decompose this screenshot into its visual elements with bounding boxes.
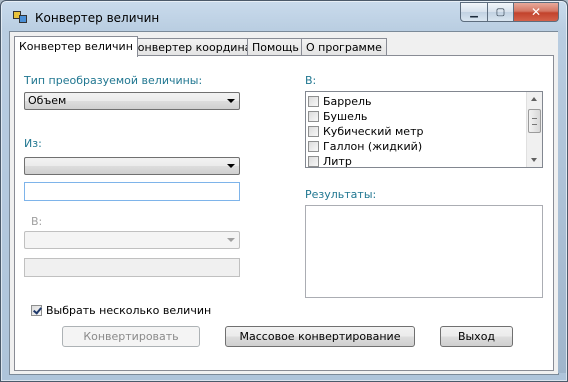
tab-about[interactable]: О программе <box>301 38 387 56</box>
multi-select-label: Выбрать несколько величин <box>46 304 212 317</box>
type-combobox[interactable]: Объем <box>24 92 240 110</box>
maximize-icon: ▢ <box>495 6 506 18</box>
title-bar[interactable]: Конвертер величин ▁ ▢ ✕ <box>1 1 567 31</box>
chevron-down-icon <box>227 164 235 168</box>
results-label: Результаты: <box>305 188 377 201</box>
list-item[interactable]: Литр <box>308 154 352 167</box>
app-icon <box>13 11 27 23</box>
tab-unit-converter[interactable]: Конвертер величин <box>14 36 138 57</box>
list-item[interactable]: Галлон (жидкий) <box>308 139 422 154</box>
tab-coordinate-converter[interactable]: Конвертер координат <box>125 38 263 56</box>
list-item[interactable]: Баррель <box>308 94 372 109</box>
checkbox[interactable] <box>308 156 319 167</box>
scroll-down-icon[interactable] <box>531 158 537 162</box>
scroll-thumb[interactable] <box>528 109 541 133</box>
unit-converter-panel: Тип преобразуемой величины: Объем Из: В:… <box>14 55 554 371</box>
minimize-icon: ▁ <box>470 6 478 18</box>
to-value-output[interactable] <box>24 258 240 277</box>
minimize-button[interactable]: ▁ <box>460 2 488 22</box>
checkbox[interactable] <box>308 126 319 137</box>
type-label: Тип преобразуемой величины: <box>24 74 203 87</box>
multi-select-checkbox[interactable] <box>31 305 42 316</box>
target-units-checklist[interactable]: Баррель Бушель Кубический метр Галлон (ж… <box>305 91 543 168</box>
to-combobox[interactable] <box>24 231 240 249</box>
list-item[interactable]: Кубический метр <box>308 124 423 139</box>
from-value-input[interactable] <box>24 182 240 201</box>
window-frame-right <box>558 31 566 373</box>
exit-button[interactable]: Выход <box>440 326 513 347</box>
checkbox[interactable] <box>308 96 319 107</box>
chevron-down-icon <box>227 99 235 103</box>
chevron-down-icon <box>227 238 235 242</box>
window-title: Конвертер величин <box>35 11 160 25</box>
scroll-up-icon[interactable] <box>531 97 537 101</box>
client-area: Конвертер величин Конвертер координат По… <box>9 31 559 375</box>
multi-to-label: В: <box>305 74 317 87</box>
close-button[interactable]: ✕ <box>514 2 559 22</box>
close-icon: ✕ <box>530 5 542 19</box>
mass-convert-button[interactable]: Массовое конвертирование <box>225 326 415 347</box>
from-label: Из: <box>24 137 42 150</box>
checkbox[interactable] <box>308 141 319 152</box>
to-label: В: <box>31 215 43 228</box>
tab-help[interactable]: Помощь <box>247 38 304 56</box>
multi-select-option[interactable]: Выбрать несколько величин <box>31 304 211 317</box>
results-textarea[interactable] <box>305 205 543 298</box>
caption-buttons: ▁ ▢ ✕ <box>460 2 559 22</box>
list-item[interactable]: Бушель <box>308 109 367 124</box>
checkbox[interactable] <box>308 111 319 122</box>
type-combobox-value: Объем <box>28 94 67 107</box>
convert-button[interactable]: Конвертировать <box>62 326 200 347</box>
vertical-scrollbar[interactable] <box>526 92 542 167</box>
maximize-button[interactable]: ▢ <box>488 2 514 22</box>
from-combobox[interactable] <box>24 157 240 175</box>
main-window: Конвертер величин ▁ ▢ ✕ Конвертер величи… <box>0 0 568 382</box>
